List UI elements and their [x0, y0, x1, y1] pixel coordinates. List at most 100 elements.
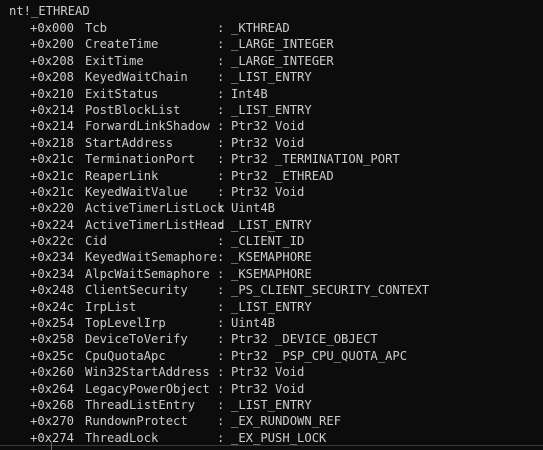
field-offset: +0x24c	[30, 299, 75, 314]
field-row: +0x224 ActiveTimerListHead: _LIST_ENTRY	[30, 217, 543, 233]
field-offset: +0x218	[30, 135, 75, 150]
field-name: TerminationPort	[85, 152, 196, 167]
field-separator: :	[217, 135, 225, 150]
horizontal-scrollbar[interactable]	[0, 445, 543, 450]
field-row: +0x218 StartAddress: Ptr32 Void	[30, 135, 543, 151]
field-type: Ptr32 _PSP_CPU_QUOTA_APC	[231, 348, 408, 363]
field-offset: +0x234	[30, 266, 75, 281]
field-separator: :	[217, 299, 225, 314]
field-offset: +0x234	[30, 250, 75, 265]
field-name: ExitTime	[85, 53, 144, 68]
field-offset: +0x21c	[30, 168, 75, 183]
field-separator: :	[217, 348, 225, 363]
field-separator: :	[217, 234, 225, 249]
field-separator: :	[217, 250, 225, 265]
field-separator: :	[217, 37, 225, 52]
field-row: +0x258 DeviceToVerify: Ptr32 _DEVICE_OBJEC…	[30, 331, 543, 347]
field-row: +0x220 ActiveTimerListLock: Uint4B	[30, 200, 543, 216]
field-row: +0x248 ClientSecurity: _PS_CLIENT_SECURITY…	[30, 282, 543, 298]
field-name: ThreadListEntry	[85, 397, 196, 412]
field-name: ReaperLink	[85, 168, 159, 183]
field-offset: +0x200	[30, 37, 75, 52]
field-name: TopLevelIrp	[85, 316, 166, 331]
field-offset: +0x22c	[30, 234, 75, 249]
field-offset: +0x208	[30, 53, 75, 68]
field-name: ActiveTimerListLock	[85, 201, 225, 216]
field-name: ThreadLock	[85, 430, 159, 445]
field-name: PostBlockList	[85, 102, 181, 117]
field-offset: +0x21c	[30, 152, 75, 167]
field-offset: +0x214	[30, 102, 75, 117]
field-type: Ptr32 Void	[231, 365, 305, 380]
debugger-output[interactable]: nt!_ETHREAD +0x000 Tcb: _KTHREAD +0x200 Crea…	[0, 0, 543, 450]
field-type: _LARGE_INTEGER	[231, 53, 334, 68]
struct-name: nt!_ETHREAD	[9, 4, 90, 18]
field-name: StartAddress	[85, 135, 174, 150]
field-type: _CLIENT_ID	[231, 234, 305, 249]
field-row: +0x208 ExitTime: _LARGE_INTEGER	[30, 53, 543, 69]
field-type: _KSEMAPHORE	[231, 250, 312, 265]
field-row: +0x24c IrpList: _LIST_ENTRY	[30, 299, 543, 315]
field-row: +0x214 ForwardLinkShadow: Ptr32 Void	[30, 118, 543, 134]
field-offset: +0x214	[30, 119, 75, 134]
field-offset: +0x248	[30, 283, 75, 298]
field-type: Ptr32 Void	[231, 119, 305, 134]
field-type: _LIST_ENTRY	[231, 70, 312, 85]
field-row: +0x21c ReaperLink: Ptr32 _ETHREAD	[30, 168, 543, 184]
field-row: +0x200 CreateTime: _LARGE_INTEGER	[30, 36, 543, 52]
field-name: CreateTime	[85, 37, 159, 52]
field-type: Uint4B	[231, 316, 276, 331]
field-offset: +0x254	[30, 316, 75, 331]
field-separator: :	[217, 381, 225, 396]
field-row: +0x000 Tcb: _KTHREAD	[30, 20, 543, 36]
field-type: Int4B	[231, 86, 268, 101]
field-offset: +0x210	[30, 86, 75, 101]
field-row: +0x254 TopLevelIrp: Uint4B	[30, 315, 543, 331]
field-separator: :	[217, 430, 225, 445]
field-type: _LARGE_INTEGER	[231, 37, 334, 52]
field-separator: :	[217, 53, 225, 68]
field-row: +0x270 RundownProtect: _EX_RUNDOWN_REF	[30, 413, 543, 429]
field-name: Win32StartAddress	[85, 365, 210, 380]
field-type: _LIST_ENTRY	[231, 397, 312, 412]
field-row: +0x214 PostBlockList: _LIST_ENTRY	[30, 102, 543, 118]
field-name: Tcb	[85, 21, 108, 35]
field-name: ClientSecurity	[85, 283, 188, 298]
field-row: +0x268 ThreadListEntry: _LIST_ENTRY	[30, 397, 543, 413]
field-separator: :	[217, 266, 225, 281]
field-separator: :	[217, 102, 225, 117]
field-name: IrpList	[85, 299, 137, 314]
field-separator: :	[217, 365, 225, 380]
field-type: _KTHREAD	[231, 21, 290, 35]
field-row: +0x260 Win32StartAddress: Ptr32 Void	[30, 364, 543, 380]
field-separator: :	[217, 21, 225, 35]
field-type: _LIST_ENTRY	[231, 102, 312, 117]
field-separator: :	[217, 397, 225, 412]
field-separator: :	[217, 414, 225, 429]
field-type: Ptr32 _ETHREAD	[231, 168, 334, 183]
field-separator: :	[217, 332, 225, 347]
field-offset: +0x000	[30, 21, 75, 35]
field-name: ActiveTimerListHead	[85, 217, 225, 232]
field-type: Ptr32 Void	[231, 381, 305, 396]
field-offset: +0x270	[30, 414, 75, 429]
field-separator: :	[217, 283, 225, 298]
field-offset: +0x220	[30, 201, 75, 216]
field-separator: :	[217, 86, 225, 101]
field-separator: :	[217, 201, 225, 216]
field-separator: :	[217, 70, 225, 85]
field-type: Ptr32 Void	[231, 135, 305, 150]
field-name: DeviceToVerify	[85, 332, 188, 347]
field-type: Ptr32 _DEVICE_OBJECT	[231, 332, 378, 347]
field-offset: +0x21c	[30, 184, 75, 199]
field-separator: :	[217, 168, 225, 183]
field-name: KeyedWaitChain	[85, 70, 188, 85]
field-row: +0x21c TerminationPort: Ptr32 _TERMINATION…	[30, 151, 543, 167]
field-separator: :	[217, 119, 225, 134]
field-row: +0x21c KeyedWaitValue: Ptr32 Void	[30, 184, 543, 200]
field-name: ExitStatus	[85, 86, 159, 101]
field-type: _LIST_ENTRY	[231, 217, 312, 232]
field-offset: +0x260	[30, 365, 75, 380]
field-offset: +0x274	[30, 430, 75, 445]
scroll-thumb-edge[interactable]	[51, 442, 52, 450]
